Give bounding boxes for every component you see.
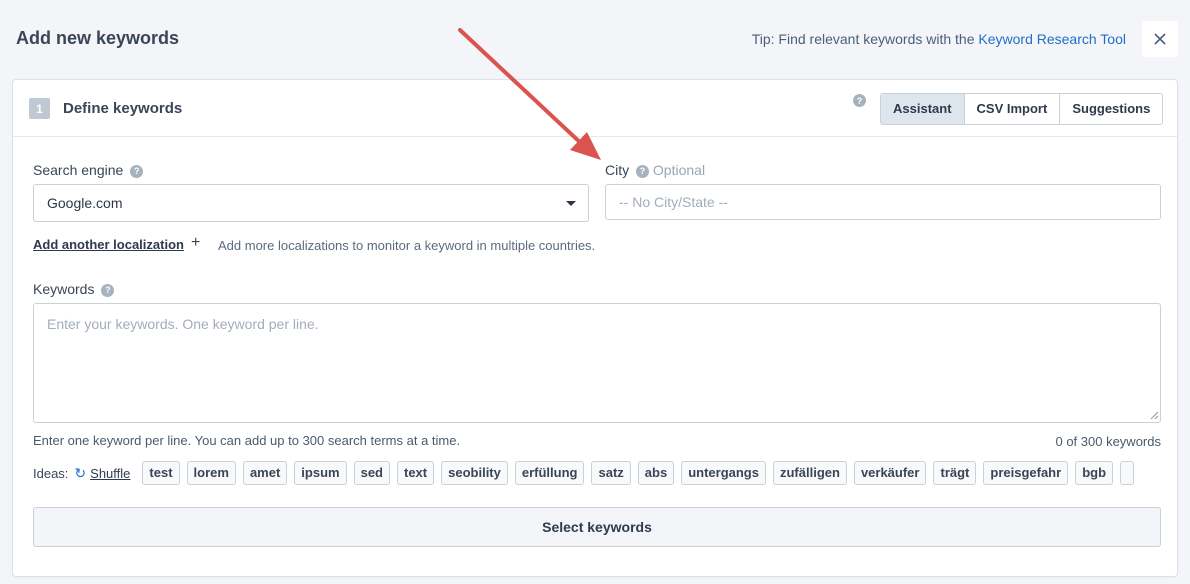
chevron-down-icon [566,201,576,206]
keyword-research-tool-link[interactable]: Keyword Research Tool [978,31,1126,47]
modal-header: Add new keywords Tip: Find relevant keyw… [0,0,1190,78]
select-keywords-button[interactable]: Select keywords [33,507,1161,547]
help-icon[interactable]: ? [130,164,144,178]
idea-chip[interactable]: verkäufer [853,461,927,485]
idea-chip[interactable]: preisgefahr [983,461,1069,485]
city-input[interactable] [605,184,1161,220]
idea-chip[interactable]: bgb [1075,461,1114,485]
idea-chip[interactable]: seobility [441,461,508,485]
keywords-label: Keywords ? [33,281,115,297]
idea-chip[interactable]: lorem [186,461,236,485]
search-engine-value: Google.com [47,195,123,211]
help-icon[interactable]: ? [101,283,115,297]
keywords-hint: Enter one keyword per line. You can add … [33,433,461,448]
idea-chip[interactable]: test [142,461,180,485]
define-keywords-card: 1 Define keywords ? Assistant CSV Import… [12,79,1178,577]
resize-handle-icon[interactable] [1150,411,1159,420]
search-engine-label: Search engine ? [33,162,144,178]
idea-chip[interactable]: text [397,461,435,485]
step-title: Define keywords [63,100,183,117]
tab-assistant[interactable]: Assistant [881,94,964,124]
idea-chip[interactable]: sed [353,461,390,485]
shuffle-icon[interactable]: ↻ [74,465,86,482]
city-optional-text: Optional [652,162,706,178]
modal-title: Add new keywords [16,28,180,48]
idea-chip[interactable]: amet [242,461,288,485]
ideas-row: Ideas: ↻ Shuffle test lorem amet ipsum s… [33,460,1159,486]
tip-text: Tip: Find relevant keywords with the Key… [752,31,1126,47]
help-icon[interactable]: ? [853,94,866,107]
idea-chip[interactable]: trägt [933,461,977,485]
plus-icon[interactable]: + [191,234,200,252]
idea-chip[interactable]: erfüllung [514,461,585,485]
search-engine-label-text: Search engine [33,162,124,178]
keywords-count: 0 of 300 keywords [1055,434,1161,449]
tab-csv-import[interactable]: CSV Import [963,94,1060,124]
help-icon[interactable]: ? [636,164,650,178]
city-label: City ? Optional [605,162,705,178]
idea-chip[interactable]: untergangs [681,461,766,485]
idea-chip[interactable]: zufälligen [772,461,847,485]
idea-chip[interactable] [1120,461,1135,485]
idea-chip[interactable]: satz [591,461,631,485]
step-number: 1 [29,98,50,119]
tip-prefix: Tip: Find relevant keywords with the [751,31,979,47]
input-mode-tabs: Assistant CSV Import Suggestions [880,93,1164,125]
add-localization-hint: Add more localizations to monitor a keyw… [218,238,596,253]
add-localization-link[interactable]: Add another localization [33,237,184,252]
tab-suggestions[interactable]: Suggestions [1059,94,1163,124]
shuffle-link[interactable]: Shuffle [90,466,130,481]
close-icon [1154,33,1166,45]
ideas-label: Ideas: [33,465,69,481]
idea-chip[interactable]: abs [637,461,675,485]
keywords-textarea[interactable] [33,303,1161,423]
search-engine-select[interactable]: Google.com [33,184,589,222]
idea-chip[interactable]: ipsum [294,461,347,485]
close-button[interactable] [1142,21,1178,57]
keywords-label-text: Keywords [33,281,95,297]
city-label-text: City [605,162,630,178]
card-header: 1 Define keywords ? Assistant CSV Import… [13,80,1177,137]
